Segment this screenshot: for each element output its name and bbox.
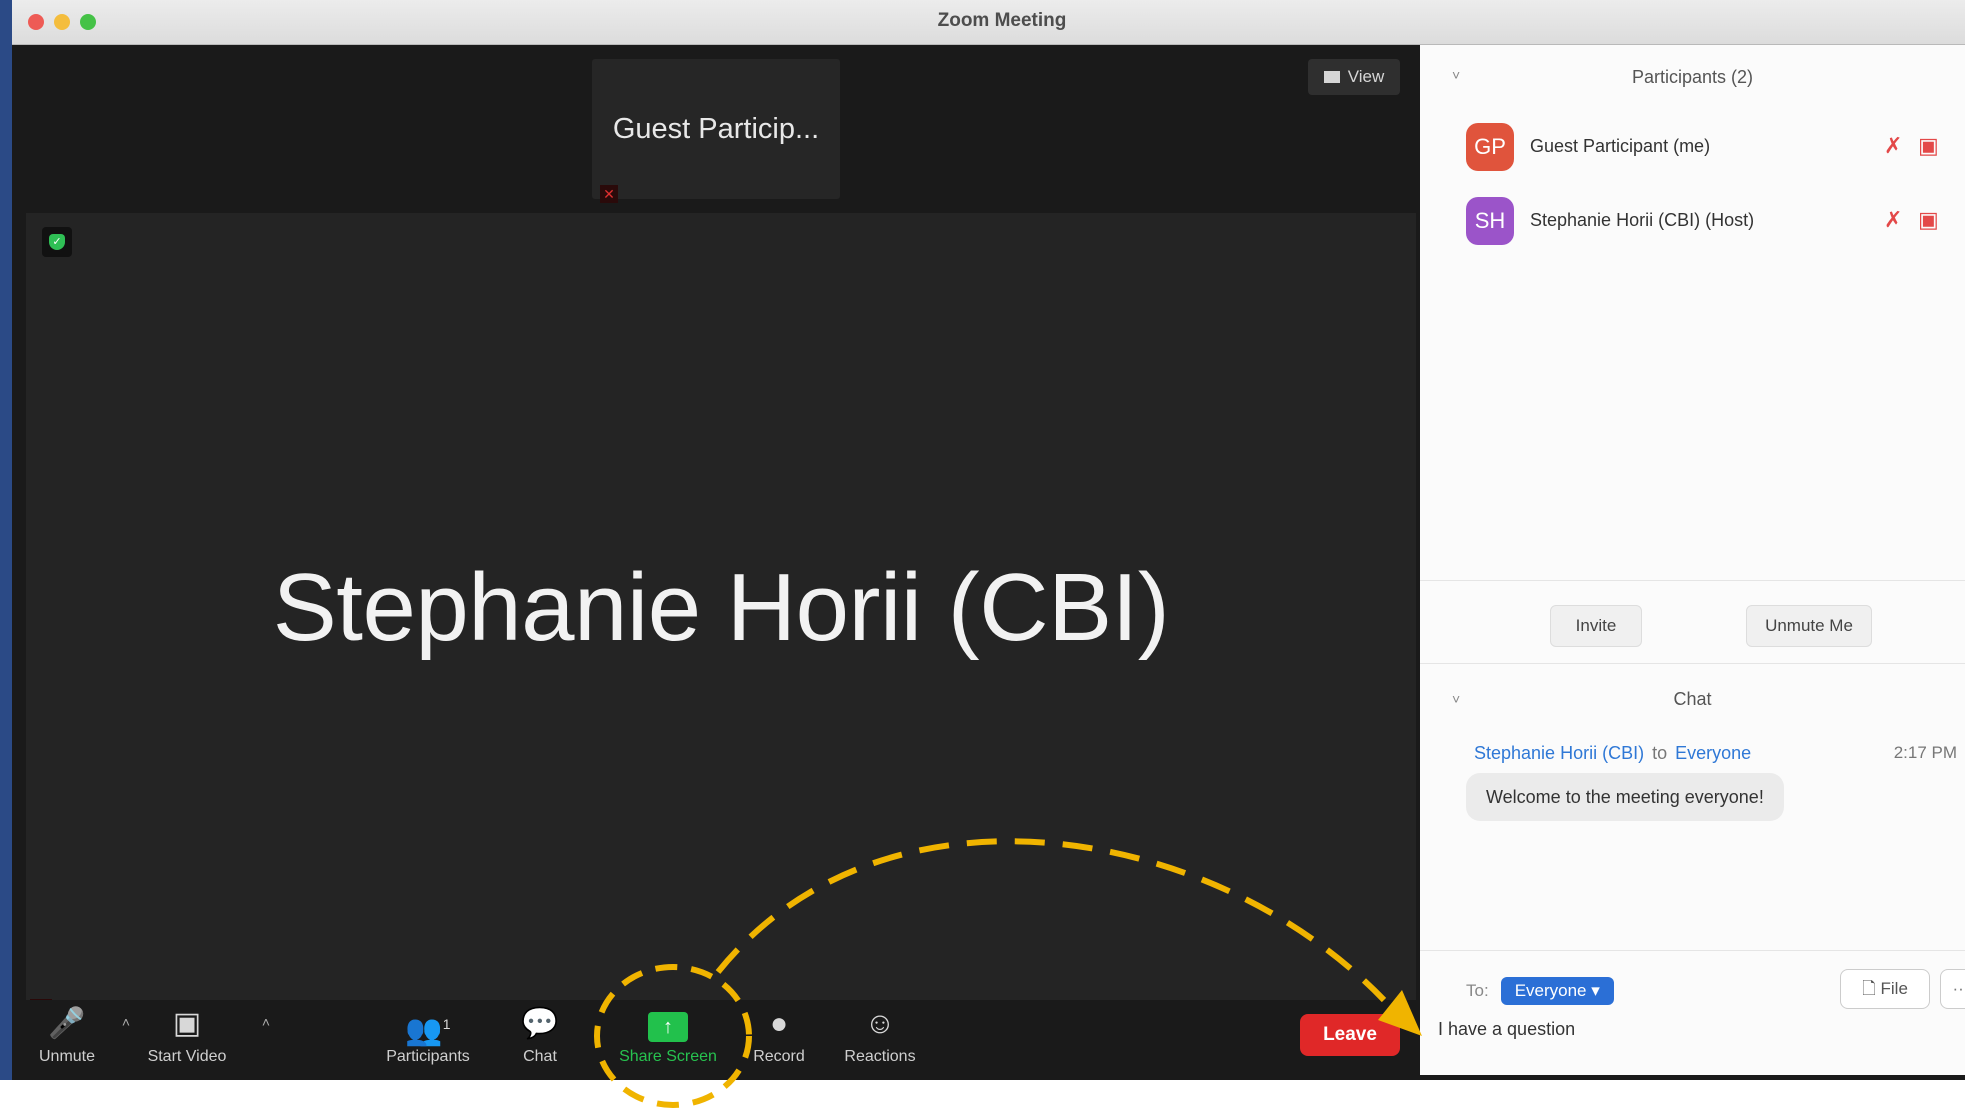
- zoom-window: Zoom Meeting Guest Particip... ✕ View ✓ …: [12, 0, 1965, 1080]
- security-shield-icon[interactable]: ✓: [42, 227, 72, 257]
- participant-row[interactable]: GP Guest Participant (me) ✗ ▣: [1466, 123, 1946, 175]
- video-off-icon[interactable]: ▣: [1918, 133, 1939, 159]
- chat-message-header: Stephanie Horii (CBI) to Everyone: [1474, 743, 1751, 764]
- avatar: GP: [1466, 123, 1514, 171]
- chat-sender[interactable]: Stephanie Horii (CBI): [1474, 743, 1644, 763]
- participant-thumbnail[interactable]: Guest Particip... ✕: [592, 59, 840, 203]
- start-video-button[interactable]: ▣ Start Video ˄: [132, 1006, 270, 1066]
- share-screen-label: Share Screen: [619, 1048, 717, 1065]
- muted-mic-icon: ✕: [600, 185, 618, 203]
- participants-title: Participants (2): [1631, 67, 1754, 87]
- active-speaker-video: ✓ Stephanie Horii (CBI) ✕: [26, 213, 1416, 1035]
- view-label: View: [1347, 67, 1385, 86]
- reactions-label: Reactions: [844, 1048, 916, 1065]
- title-bar: Zoom Meeting: [12, 0, 1965, 45]
- chat-timestamp: 2:17 PM: [1893, 743, 1957, 762]
- chat-input[interactable]: I have a question: [1438, 1019, 1575, 1040]
- chat-message-bubble: Welcome to the meeting everyone!: [1466, 773, 1784, 821]
- to-label: To:: [1466, 981, 1489, 1000]
- side-panel: ˅ Participants (2) GP Guest Participant …: [1420, 45, 1965, 1075]
- speaker-name: Stephanie Horii (CBI): [272, 554, 1170, 661]
- left-edge-bar: [0, 0, 12, 1080]
- participants-label: Participants: [386, 1048, 470, 1065]
- divider: [1420, 580, 1965, 581]
- leave-button[interactable]: Leave: [1300, 1014, 1400, 1056]
- record-icon: ●: [769, 1007, 789, 1040]
- unmute-label: Unmute: [38, 1048, 96, 1065]
- recipient-dropdown[interactable]: Everyone ▾: [1500, 977, 1614, 1005]
- video-off-icon[interactable]: ▣: [1918, 207, 1939, 233]
- participants-button[interactable]: 👥1 Participants: [372, 1006, 484, 1066]
- unmute-button[interactable]: 🎤 Unmute ˄: [32, 1006, 130, 1066]
- chat-recipient-row: To: Everyone ▾: [1466, 977, 1614, 1005]
- invite-button[interactable]: Invite: [1550, 605, 1642, 647]
- view-icon: [1323, 71, 1340, 83]
- chevron-up-icon[interactable]: ˄: [122, 1014, 130, 1030]
- file-button[interactable]: 🗋 File: [1840, 969, 1930, 1009]
- share-screen-icon: ↑: [608, 1006, 728, 1042]
- unmute-me-button[interactable]: Unmute Me: [1746, 605, 1872, 647]
- muted-mic-icon[interactable]: ✗: [1884, 133, 1902, 159]
- divider: [1420, 950, 1965, 951]
- avatar: SH: [1466, 197, 1514, 245]
- reactions-button[interactable]: ☺ Reactions: [824, 1006, 936, 1066]
- video-stage: Guest Particip... ✕ View ✓ Stephanie Hor…: [12, 45, 1420, 1075]
- record-button[interactable]: ● Record: [734, 1006, 824, 1066]
- participant-name: Stephanie Horii (CBI) (Host): [1530, 210, 1755, 230]
- chat-label: Chat: [523, 1048, 557, 1065]
- meeting-toolbar: 🎤 Unmute ˄ ▣ Start Video ˄ 👥1 Participan…: [12, 1000, 1420, 1075]
- muted-mic-icon[interactable]: ✗: [1884, 207, 1902, 233]
- window-title: Zoom Meeting: [937, 10, 1067, 31]
- view-button[interactable]: View: [1308, 59, 1400, 95]
- more-options-button[interactable]: ···: [1940, 969, 1965, 1009]
- chat-button[interactable]: 💬 Chat: [510, 1006, 570, 1066]
- participant-name: Guest Participant (me): [1530, 136, 1711, 156]
- record-label: Record: [753, 1048, 805, 1065]
- file-icon: 🗋: [1862, 979, 1876, 998]
- chat-bubble-icon: 💬: [521, 1007, 559, 1040]
- participants-icon: 👥1: [405, 1014, 451, 1047]
- participant-row[interactable]: SH Stephanie Horii (CBI) (Host) ✗ ▣: [1466, 197, 1946, 249]
- chat-recipient[interactable]: Everyone: [1675, 743, 1751, 763]
- chat-title: Chat: [1673, 689, 1712, 709]
- muted-microphone-icon: 🎤: [48, 1007, 86, 1040]
- share-screen-button[interactable]: ↑ Share Screen: [608, 1006, 728, 1066]
- divider: [1420, 663, 1965, 664]
- chevron-up-icon[interactable]: ˄: [262, 1014, 270, 1030]
- video-off-icon: ▣: [172, 1007, 202, 1040]
- thumbnail-name: Guest Particip...: [612, 113, 820, 145]
- start-video-label: Start Video: [147, 1048, 227, 1065]
- chat-to-word: to: [1652, 743, 1668, 763]
- reactions-icon: ☺: [864, 1007, 896, 1040]
- file-label: File: [1880, 979, 1908, 998]
